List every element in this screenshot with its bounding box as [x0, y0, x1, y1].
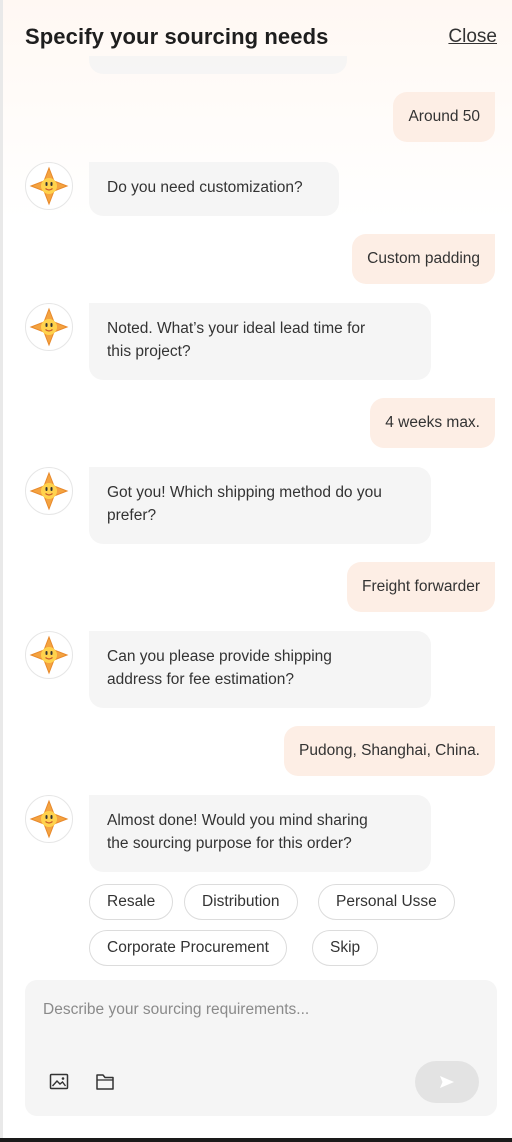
message-composer: [25, 980, 497, 1116]
assistant-avatar: [25, 162, 73, 210]
quick-reply-skip[interactable]: Skip: [312, 930, 379, 966]
user-message: Freight forwarder: [346, 562, 495, 612]
folder-icon: [96, 1074, 114, 1090]
quick-reply-distribution[interactable]: Distribution: [184, 884, 298, 920]
bot-message: Can you please provide shipping address …: [89, 631, 431, 708]
previous-message-peek: [89, 56, 347, 74]
bot-message: Noted. What’s your ideal lead time for t…: [89, 303, 431, 380]
bottom-edge-bar: [0, 1138, 512, 1142]
user-message: Around 50: [393, 92, 495, 142]
header: Specify your sourcing needs Close: [25, 22, 497, 54]
bot-message: Do you need customization?: [89, 162, 339, 216]
quick-reply-resale[interactable]: Resale: [89, 884, 174, 920]
image-icon: [49, 1073, 69, 1090]
send-button[interactable]: [415, 1061, 479, 1103]
star-mascot-icon: [29, 166, 69, 206]
bot-message-line: Almost done! Would you mind sharing: [107, 812, 368, 829]
bot-message-line: address for fee estimation?: [107, 671, 294, 688]
send-icon: [440, 1076, 454, 1088]
user-message: Custom padding: [352, 234, 495, 284]
sourcing-panel: Specify your sourcing needs Close Around…: [0, 0, 512, 1138]
user-message: Pudong, Shanghai, China.: [284, 726, 495, 776]
bot-message-line: this project?: [107, 343, 191, 360]
assistant-avatar: [25, 795, 73, 843]
star-mascot-icon: [29, 635, 69, 675]
bot-message-text: Do you need customization?: [107, 179, 303, 196]
assistant-avatar: [25, 631, 73, 679]
close-button[interactable]: Close: [448, 26, 497, 48]
bot-message-line: Can you please provide shipping: [107, 648, 332, 665]
star-mascot-icon: [29, 799, 69, 839]
file-upload-button[interactable]: [94, 1071, 116, 1093]
star-mascot-icon: [29, 471, 69, 511]
bot-message-line: Got you! Which shipping method do you: [107, 484, 382, 501]
star-mascot-icon: [29, 307, 69, 347]
bot-message-line: prefer?: [107, 507, 157, 524]
image-upload-button[interactable]: [48, 1071, 70, 1093]
bot-message: Almost done! Would you mind sharing the …: [89, 795, 431, 872]
page-title: Specify your sourcing needs: [25, 24, 329, 49]
quick-reply-personal-use[interactable]: Personal Usse: [318, 884, 455, 920]
assistant-avatar: [25, 467, 73, 515]
user-message: 4 weeks max.: [370, 398, 495, 448]
requirements-input[interactable]: [25, 980, 497, 1040]
bot-message-line: Noted. What’s your ideal lead time for: [107, 320, 366, 337]
quick-reply-corporate-procurement[interactable]: Corporate Procurement: [89, 930, 287, 966]
bot-message: Got you! Which shipping method do you pr…: [89, 467, 431, 544]
bot-message-line: the sourcing purpose for this order?: [107, 835, 352, 852]
assistant-avatar: [25, 303, 73, 351]
